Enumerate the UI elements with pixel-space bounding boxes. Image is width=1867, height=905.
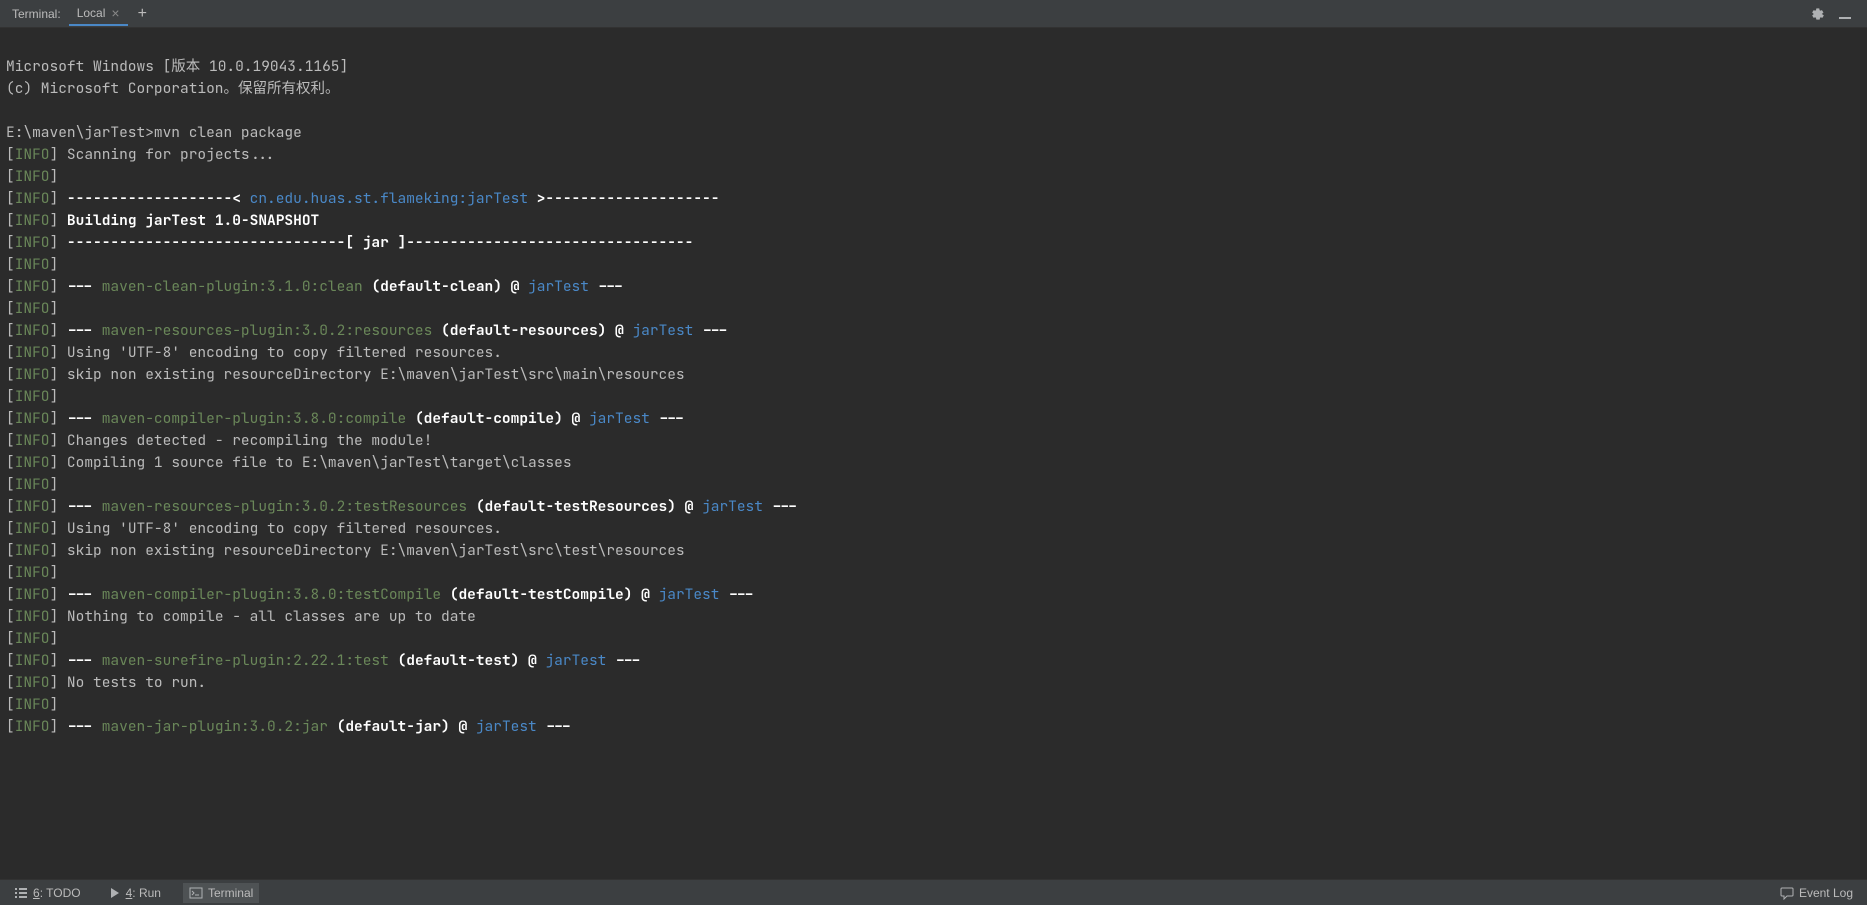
run-tool-button[interactable]: 4: Run <box>103 883 167 903</box>
log-level: INFO <box>15 255 50 274</box>
log-level: INFO <box>15 211 50 230</box>
test-resources-goal: (default-testResources) <box>476 497 676 516</box>
play-icon <box>109 887 121 899</box>
log-level: INFO <box>15 673 50 692</box>
run-label: : Run <box>132 886 161 900</box>
jar-plugin: maven-jar-plugin:3.0.2:jar <box>102 717 328 736</box>
log-level: INFO <box>15 497 50 516</box>
plugin-sep: --- <box>67 717 102 736</box>
log-level: INFO <box>15 541 50 560</box>
terminal-label: Terminal <box>208 886 253 900</box>
command-prompt-line: E:\maven\jarTest>mvn clean package <box>6 123 302 142</box>
log-level: INFO <box>15 629 50 648</box>
terminal-tool-button[interactable]: Terminal <box>183 883 259 903</box>
log-level: INFO <box>15 409 50 428</box>
terminal-icon <box>189 886 203 900</box>
speech-bubble-icon <box>1780 886 1794 900</box>
todo-label: : TODO <box>40 886 81 900</box>
log-level: INFO <box>15 233 50 252</box>
log-level: INFO <box>15 343 50 362</box>
terminal-tab-label: Local <box>77 6 106 20</box>
changes-line: Changes detected - recompiling the modul… <box>67 431 432 450</box>
event-log-button[interactable]: Event Log <box>1774 883 1859 903</box>
log-level: INFO <box>15 695 50 714</box>
compiler-plugin: maven-compiler-plugin:3.8.0:compile <box>102 409 407 428</box>
plugin-sep: --- <box>67 277 102 296</box>
add-tab-icon[interactable]: + <box>128 6 157 22</box>
clean-goal: (default-clean) <box>371 277 502 296</box>
packaging-line: --------------------------------[ jar ]-… <box>67 233 693 252</box>
os-version-line: Microsoft Windows [版本 10.0.19043.1165] <box>6 57 348 76</box>
test-compile-goal: (default-testCompile) <box>450 585 633 604</box>
terminal-panel-label: Terminal: <box>4 7 69 21</box>
project-name: jarTest <box>476 717 537 736</box>
plugin-sep: --- <box>67 585 102 604</box>
log-level: INFO <box>15 585 50 604</box>
utf8-line: Using 'UTF-8' encoding to copy filtered … <box>67 343 502 362</box>
todo-shortcut: 6 <box>33 886 40 900</box>
scanning-text: Scanning for projects... <box>67 145 276 164</box>
log-level: INFO <box>15 453 50 472</box>
jar-goal: (default-jar) <box>337 717 450 736</box>
clean-plugin: maven-clean-plugin:3.1.0:clean <box>102 277 363 296</box>
surefire-plugin: maven-surefire-plugin:2.22.1:test <box>102 651 389 670</box>
log-level: INFO <box>15 431 50 450</box>
log-level: INFO <box>15 651 50 670</box>
close-tab-icon[interactable]: × <box>111 6 119 20</box>
test-compile-plugin: maven-compiler-plugin:3.8.0:testCompile <box>102 585 441 604</box>
log-level: INFO <box>15 717 50 736</box>
project-coords: cn.edu.huas.st.flameking:jarTest <box>250 189 528 208</box>
nothing-compile-line: Nothing to compile - all classes are up … <box>67 607 476 626</box>
plugin-sep: --- <box>67 651 102 670</box>
todo-tool-button[interactable]: 6: TODO <box>8 883 87 903</box>
utf8-line2: Using 'UTF-8' encoding to copy filtered … <box>67 519 502 538</box>
plugin-sep: --- <box>67 321 102 340</box>
log-level: INFO <box>15 387 50 406</box>
terminal-output[interactable]: Microsoft Windows [版本 10.0.19043.1165] (… <box>0 28 1867 879</box>
no-tests-line: No tests to run. <box>67 673 206 692</box>
project-header-open: -------------------< <box>67 189 250 208</box>
project-name: jarTest <box>589 409 650 428</box>
log-level: INFO <box>15 475 50 494</box>
surefire-goal: (default-test) <box>398 651 520 670</box>
copyright-line: (c) Microsoft Corporation。保留所有权利。 <box>6 79 340 98</box>
log-level: INFO <box>15 167 50 186</box>
project-name: jarTest <box>632 321 693 340</box>
resources-plugin: maven-resources-plugin:3.0.2:resources <box>102 321 433 340</box>
plugin-sep: --- <box>67 409 102 428</box>
project-name: jarTest <box>659 585 720 604</box>
building-line: Building jarTest 1.0-SNAPSHOT <box>67 211 319 230</box>
log-level: INFO <box>15 519 50 538</box>
compiler-goal: (default-compile) <box>415 409 563 428</box>
test-resources-plugin: maven-resources-plugin:3.0.2:testResourc… <box>102 497 467 516</box>
project-name: jarTest <box>528 277 589 296</box>
project-name: jarTest <box>702 497 763 516</box>
log-level: INFO <box>15 607 50 626</box>
log-level: INFO <box>15 365 50 384</box>
plugin-sep: --- <box>67 497 102 516</box>
project-header-close: >-------------------- <box>528 189 719 208</box>
resources-goal: (default-resources) <box>441 321 606 340</box>
terminal-tab-local[interactable]: Local × <box>69 2 128 26</box>
event-log-label: Event Log <box>1799 886 1853 900</box>
project-name: jarTest <box>545 651 606 670</box>
log-level: INFO <box>15 299 50 318</box>
todo-list-icon <box>14 886 28 900</box>
minimize-panel-icon[interactable] <box>1835 4 1855 24</box>
log-level: INFO <box>15 563 50 582</box>
log-level: INFO <box>15 321 50 340</box>
log-level: INFO <box>15 189 50 208</box>
compiling-line: Compiling 1 source file to E:\maven\jarT… <box>67 453 572 472</box>
skip-main-resources: skip non existing resourceDirectory E:\m… <box>67 365 685 384</box>
gear-icon[interactable] <box>1807 4 1827 24</box>
log-level: INFO <box>15 145 50 164</box>
skip-test-resources: skip non existing resourceDirectory E:\m… <box>67 541 685 560</box>
log-level: INFO <box>15 277 50 296</box>
